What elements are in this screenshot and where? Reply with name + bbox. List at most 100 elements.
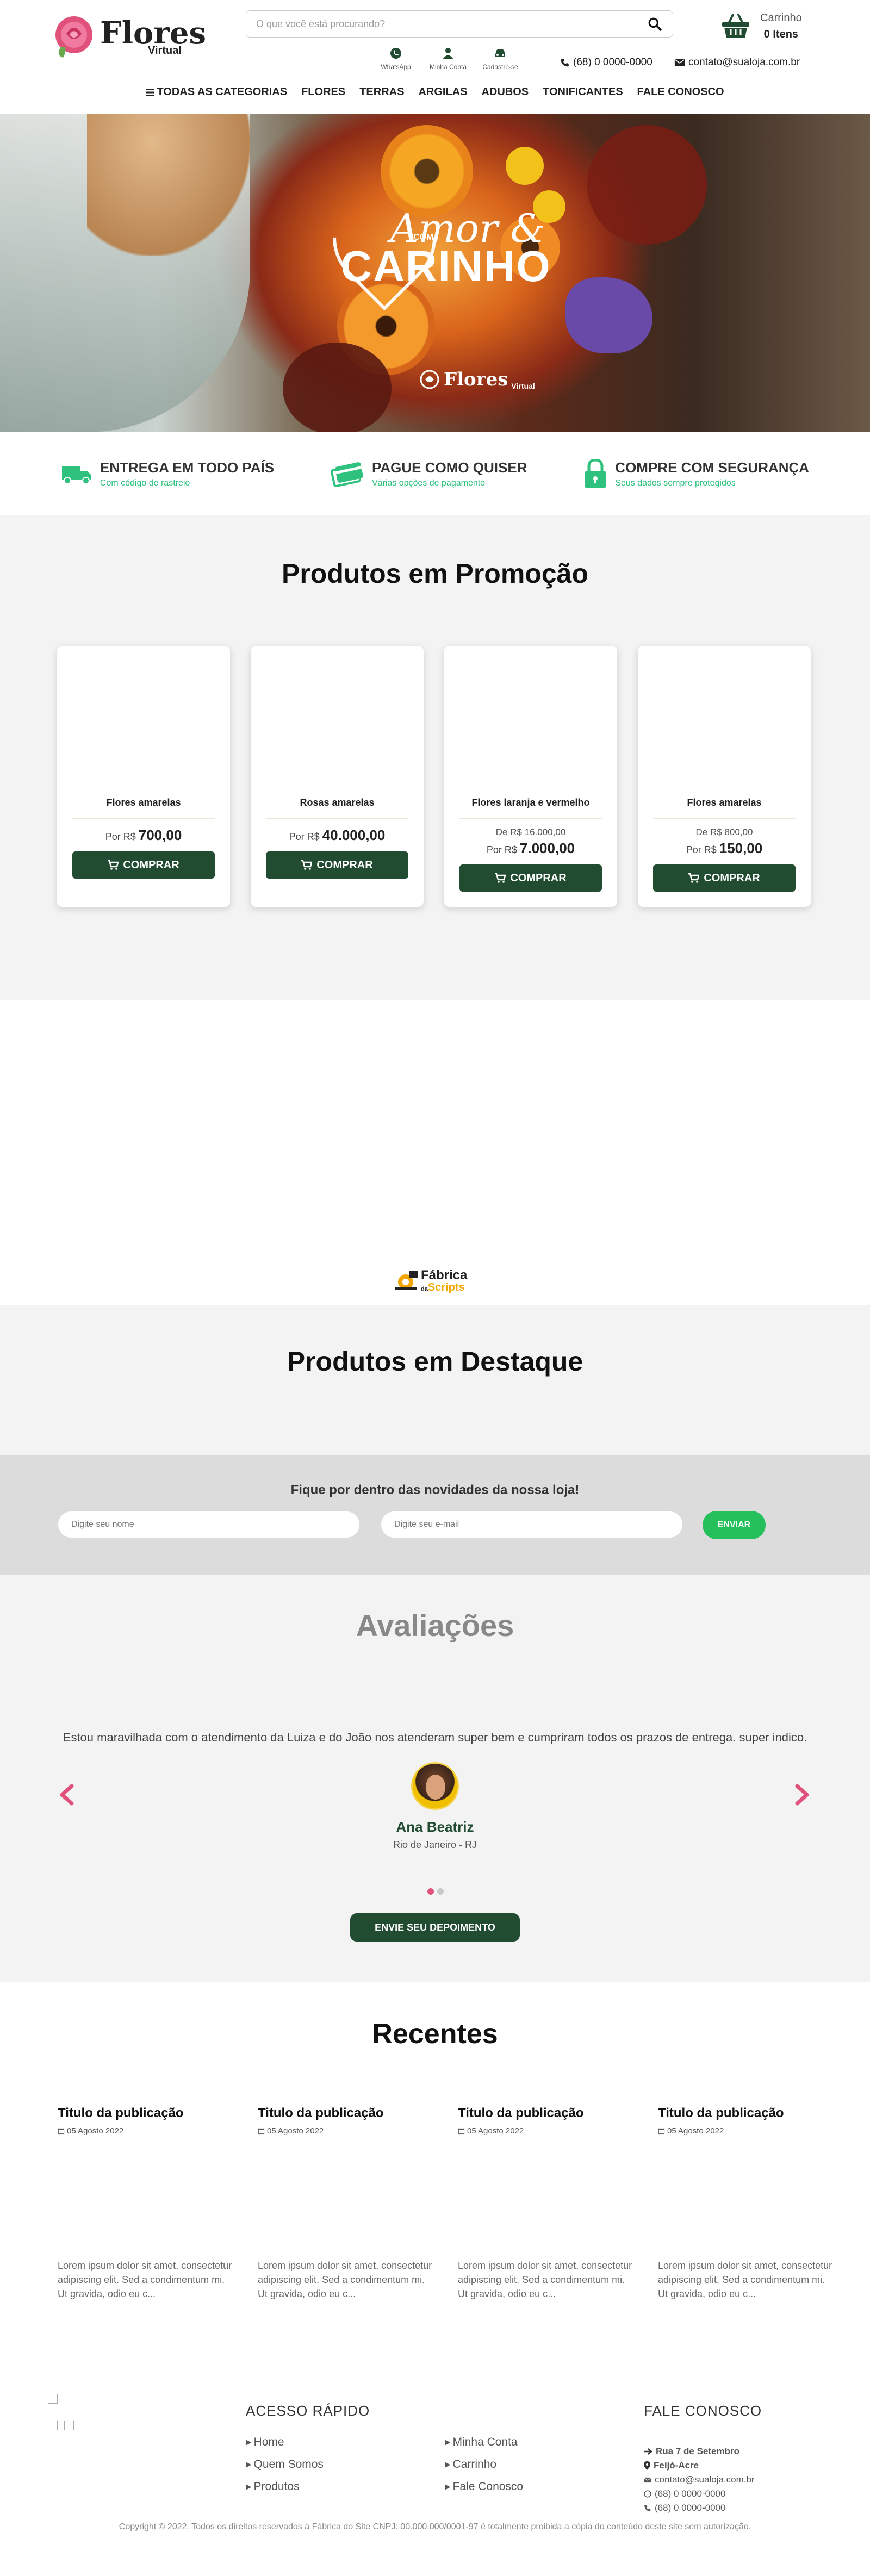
- post-title[interactable]: Titulo da publicação: [58, 2106, 233, 2121]
- chevron-right-icon: [795, 1784, 809, 1806]
- footer-link-home[interactable]: ▸ Home: [246, 2435, 324, 2449]
- benefits-bar: ENTREGA EM TODO PAÍS Com código de rastr…: [0, 432, 870, 515]
- post-date: 05 Agosto 2022: [658, 2126, 833, 2136]
- post-card[interactable]: Titulo da publicação 05 Agosto 2022 Lore…: [58, 2106, 233, 2301]
- nav-argilas[interactable]: ARGILAS: [418, 86, 467, 98]
- newsletter-email-input[interactable]: [381, 1511, 683, 1538]
- post-image[interactable]: [258, 2136, 433, 2258]
- footer-link-produtos[interactable]: ▸ Produtos: [246, 2480, 324, 2493]
- nav-terras[interactable]: TERRAS: [359, 86, 404, 98]
- promo-products: Flores amarelas Por R$ 700,00 COMPRAR Ro…: [57, 646, 811, 907]
- price-value: 150,00: [719, 840, 763, 856]
- search-button[interactable]: [647, 16, 663, 32]
- post-date-text: 05 Agosto 2022: [667, 2126, 724, 2136]
- arrow-icon: [644, 2448, 652, 2455]
- cart-icon: [688, 873, 700, 883]
- hero-badge-subtitle: Virtual: [511, 382, 535, 390]
- send-testimonial-button[interactable]: ENVIE SEU DEPOIMENTO: [350, 1913, 520, 1942]
- product-card[interactable]: Flores amarelas De R$ 800,00 Por R$ 150,…: [638, 646, 811, 907]
- post-image[interactable]: [58, 2136, 233, 2258]
- product-image[interactable]: [72, 646, 215, 797]
- phone-icon: [644, 2505, 651, 2511]
- footer-address-line1: Rua 7 de Setembro: [644, 2446, 755, 2457]
- header-email[interactable]: contato@sualoja.com.br: [674, 57, 800, 69]
- product-image[interactable]: [459, 646, 602, 797]
- footer-whatsapp[interactable]: (68) 0 0000-0000: [644, 2488, 755, 2499]
- my-account-link[interactable]: Minha Conta: [427, 47, 469, 71]
- post-card[interactable]: Titulo da publicação 05 Agosto 2022 Lore…: [258, 2106, 433, 2301]
- footer-phone[interactable]: (68) 0 0000-0000: [644, 2503, 755, 2513]
- price-value: 7.000,00: [519, 840, 575, 856]
- main-nav: TODAS AS CATEGORIAS FLORES TERRAS ARGILA…: [0, 86, 870, 98]
- post-image[interactable]: [658, 2136, 833, 2258]
- footer-email[interactable]: contato@sualoja.com.br: [644, 2474, 755, 2485]
- post-title[interactable]: Titulo da publicação: [258, 2106, 433, 2121]
- whatsapp-icon: [644, 2490, 651, 2498]
- hero-banner[interactable]: COM Amor & CARINHO Flores Virtual: [0, 114, 870, 432]
- nav-flores[interactable]: FLORES: [301, 86, 345, 98]
- calendar-icon: [458, 2128, 465, 2135]
- calendar-icon: [658, 2128, 665, 2135]
- post-card[interactable]: Titulo da publicação 05 Agosto 2022 Lore…: [658, 2106, 833, 2301]
- product-image[interactable]: [266, 646, 408, 797]
- buy-button[interactable]: COMPRAR: [72, 851, 215, 879]
- recent-title: Recentes: [372, 2018, 498, 2050]
- post-card[interactable]: Titulo da publicação 05 Agosto 2022 Lore…: [458, 2106, 633, 2301]
- review-next-button[interactable]: [791, 1784, 812, 1806]
- register-link[interactable]: Cadastre-se: [480, 47, 521, 71]
- product-card[interactable]: Flores amarelas Por R$ 700,00 COMPRAR: [57, 646, 230, 907]
- nav-fale-conosco[interactable]: FALE CONOSCO: [637, 86, 724, 98]
- quick-links: WhatsApp Minha Conta Cadastre-se: [375, 47, 521, 71]
- product-name[interactable]: Flores amarelas: [106, 797, 181, 818]
- product-name[interactable]: Flores amarelas: [687, 797, 761, 818]
- product-card[interactable]: Rosas amarelas Por R$ 40.000,00 COMPRAR: [251, 646, 424, 907]
- footer-link-minha-conta[interactable]: ▸ Minha Conta: [445, 2435, 523, 2449]
- search-input[interactable]: [256, 18, 647, 30]
- review-prev-button[interactable]: [57, 1784, 78, 1806]
- buy-button[interactable]: COMPRAR: [266, 851, 408, 879]
- benefit-payment-subtitle: Várias opções de pagamento: [371, 478, 486, 488]
- buy-button[interactable]: COMPRAR: [653, 864, 796, 892]
- pagination-dot[interactable]: [437, 1888, 444, 1895]
- rose-logo-icon: [53, 14, 97, 60]
- product-name[interactable]: Rosas amarelas: [300, 797, 374, 818]
- post-excerpt: Lorem ipsum dolor sit amet, consectetur …: [458, 2260, 632, 2299]
- post-title[interactable]: Titulo da publicação: [658, 2106, 833, 2121]
- site-logo[interactable]: Flores Virtual: [53, 14, 206, 60]
- product-image[interactable]: [653, 646, 796, 797]
- footer-brand-images: [48, 2394, 80, 2433]
- price-prefix: Por R$: [289, 831, 320, 842]
- post-image[interactable]: [458, 2136, 633, 2258]
- post-date: 05 Agosto 2022: [58, 2126, 233, 2136]
- product-card[interactable]: Flores laranja e vermelho De R$ 16.000,0…: [444, 646, 617, 907]
- fabrica-scripts-logo[interactable]: Fábrica daScripts: [395, 1269, 467, 1293]
- cart-icon: [495, 873, 506, 883]
- newsletter-send-button[interactable]: ENVIAR: [703, 1511, 766, 1539]
- old-prefix: De R$: [695, 827, 722, 837]
- footer-link-fale-conosco[interactable]: ▸ Fale Conosco: [445, 2480, 523, 2493]
- post-title[interactable]: Titulo da publicação: [458, 2106, 633, 2121]
- cart-button[interactable]: Carrinho 0 Itens: [721, 10, 802, 42]
- header-phone[interactable]: (68) 0 0000-0000: [560, 57, 652, 69]
- whatsapp-icon: [390, 48, 401, 59]
- reviews-title: Avaliações: [356, 1608, 514, 1642]
- nav-tonificantes[interactable]: TONIFICANTES: [543, 86, 623, 98]
- post-excerpt: Lorem ipsum dolor sit amet, consectetur …: [658, 2260, 832, 2299]
- envelope-icon: [644, 2477, 651, 2482]
- footer-link-fale-conosco-label: Fale Conosco: [452, 2480, 524, 2493]
- search-bar: [246, 10, 673, 38]
- buy-button[interactable]: COMPRAR: [459, 864, 602, 892]
- post-date-text: 05 Agosto 2022: [67, 2126, 124, 2136]
- footer-link-quem-somos[interactable]: ▸ Quem Somos: [246, 2457, 324, 2471]
- product-divider: [459, 818, 602, 819]
- footer-link-carrinho[interactable]: ▸ Carrinho: [445, 2457, 523, 2471]
- pagination-dot-active[interactable]: [427, 1888, 434, 1895]
- nav-adubos[interactable]: ADUBOS: [481, 86, 529, 98]
- nav-all-categories[interactable]: TODAS AS CATEGORIAS: [146, 86, 287, 98]
- product-price: Por R$ 7.000,00: [487, 840, 575, 857]
- promo-section: Produtos em Promoção Flores amarelas Por…: [0, 515, 870, 1000]
- whatsapp-link[interactable]: WhatsApp: [375, 47, 417, 71]
- product-divider: [653, 818, 796, 819]
- product-name[interactable]: Flores laranja e vermelho: [471, 797, 589, 818]
- newsletter-name-input[interactable]: [58, 1511, 360, 1538]
